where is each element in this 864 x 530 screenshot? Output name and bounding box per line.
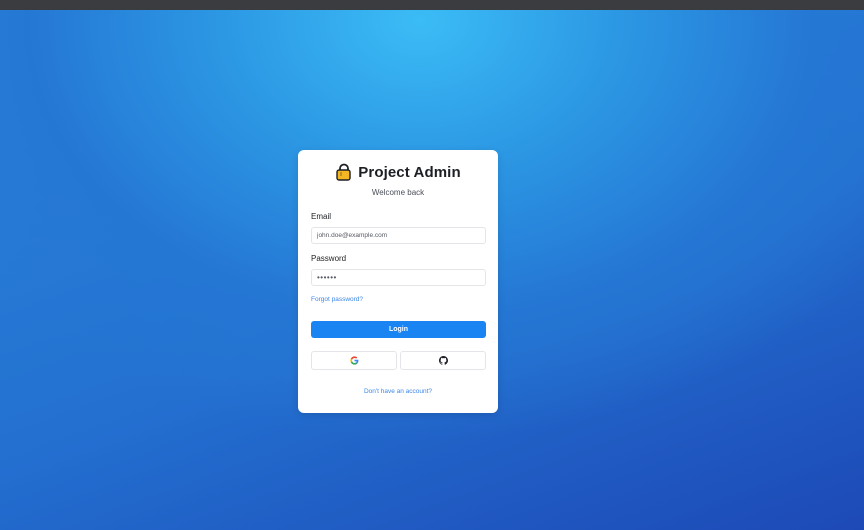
signup-link[interactable]: Don't have an account? — [298, 388, 498, 395]
login-button[interactable]: Login — [311, 321, 486, 338]
brand-header: Project Admin — [298, 162, 498, 182]
welcome-text: Welcome back — [371, 188, 425, 197]
github-icon — [438, 352, 448, 370]
google-login-button[interactable] — [311, 351, 397, 370]
github-login-button[interactable] — [400, 351, 486, 370]
password-label: Password — [311, 254, 347, 263]
lock-icon — [335, 163, 353, 181]
browser-top-bar — [0, 0, 864, 10]
email-label: Email — [311, 212, 332, 221]
password-field[interactable]: •••••• — [311, 269, 486, 286]
login-page-background: Project Admin Welcome back Email john.do… — [0, 10, 864, 530]
app-title: Project Admin — [358, 163, 461, 181]
email-field[interactable]: john.doe@example.com — [311, 227, 486, 244]
google-icon — [349, 352, 359, 370]
login-card: Project Admin Welcome back Email john.do… — [298, 150, 498, 413]
forgot-password-link[interactable]: Forgot password? — [311, 296, 363, 303]
